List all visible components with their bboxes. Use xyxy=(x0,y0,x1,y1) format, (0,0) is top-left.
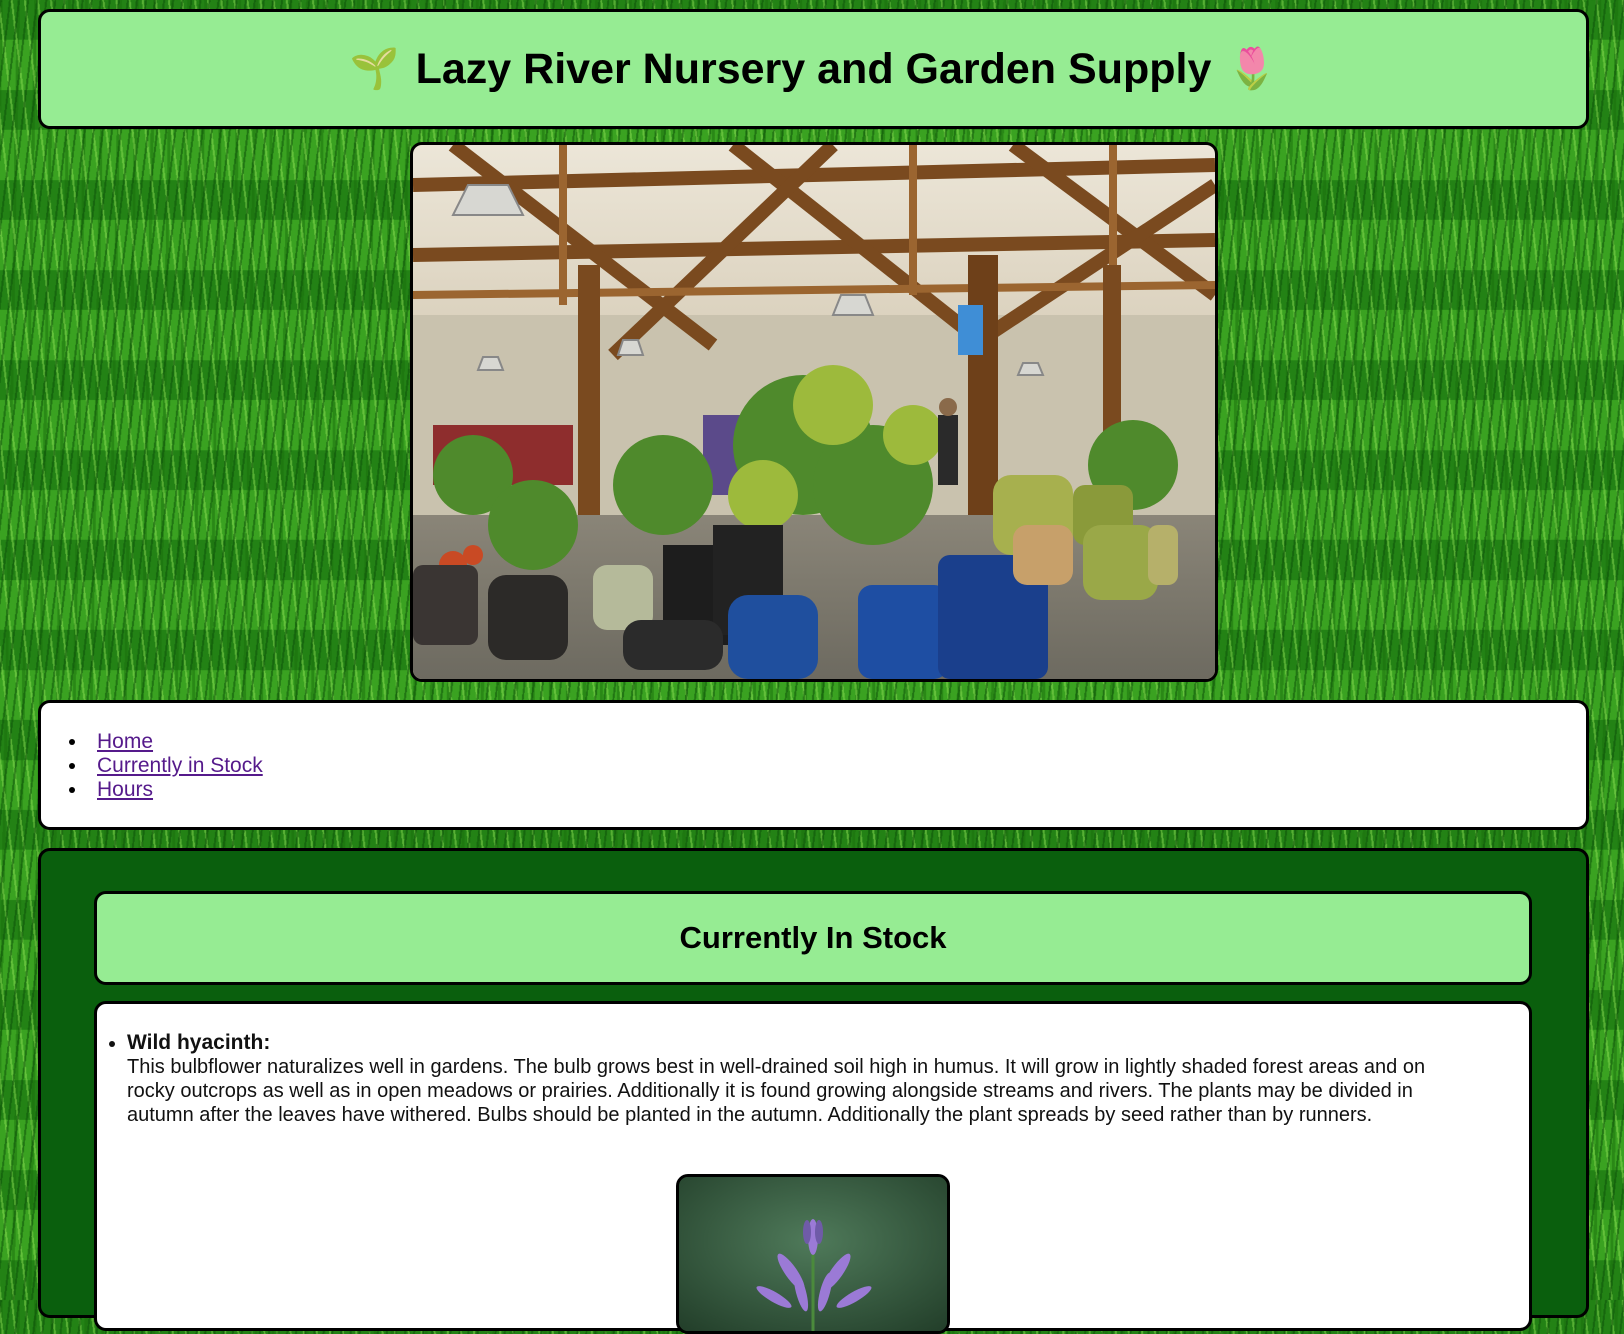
wild-hyacinth-image xyxy=(679,1177,947,1331)
nav-box: Home Currently in Stock Hours xyxy=(38,700,1589,830)
wild-hyacinth-photo xyxy=(676,1174,950,1334)
nav-item-home: Home xyxy=(69,730,263,754)
item-name: Wild hyacinth: xyxy=(127,1031,271,1054)
site-title: 🌱 Lazy River Nursery and Garden Supply 🌷 xyxy=(350,45,1277,94)
nav-link-currently-in-stock[interactable]: Currently in Stock xyxy=(97,754,263,777)
tulip-icon: 🌷 xyxy=(1227,47,1278,91)
hero-image xyxy=(410,142,1218,682)
nav-item-currently-in-stock: Currently in Stock xyxy=(69,754,263,778)
garden-center-interior-photo xyxy=(413,145,1215,679)
item-description: This bulbflower naturalizes well in gard… xyxy=(127,1056,1426,1126)
stock-header: Currently In Stock xyxy=(94,891,1532,985)
page-title: Currently In Stock xyxy=(679,920,947,955)
nav-list: Home Currently in Stock Hours xyxy=(41,730,263,802)
nav-link-home[interactable]: Home xyxy=(97,730,153,753)
nav-link-hours[interactable]: Hours xyxy=(97,778,153,801)
list-item: Wild hyacinth: This bulbflower naturaliz… xyxy=(127,1031,1467,1127)
stock-items: Wild hyacinth: This bulbflower naturaliz… xyxy=(97,1031,1467,1127)
seedling-icon: 🌱 xyxy=(349,47,400,91)
site-header: 🌱 Lazy River Nursery and Garden Supply 🌷 xyxy=(38,9,1589,129)
nav-item-hours: Hours xyxy=(69,778,263,802)
site-title-text: Lazy River Nursery and Garden Supply xyxy=(415,44,1212,93)
